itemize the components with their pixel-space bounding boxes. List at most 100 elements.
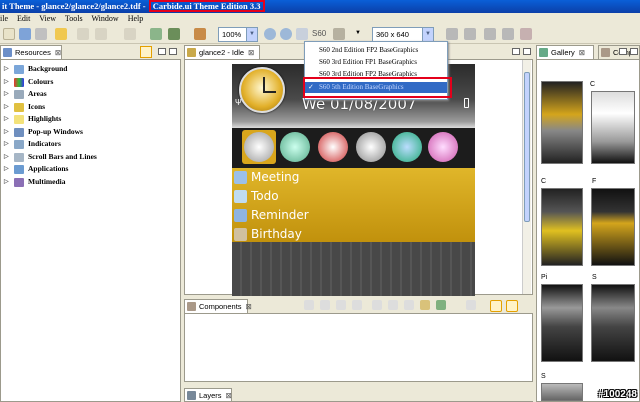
gallery-thumbnail[interactable] [591, 284, 635, 362]
expand-icon[interactable]: ▷ [4, 91, 9, 97]
tool-icon[interactable] [388, 300, 398, 310]
resource-item[interactable]: ▷ Icons [1, 101, 179, 114]
expand-icon[interactable]: ▷ [4, 79, 9, 85]
gallery-thumbnail[interactable] [541, 383, 583, 401]
tab-layers[interactable]: Layers ⊠ [184, 388, 232, 402]
new-file-icon[interactable] [3, 28, 15, 40]
vertical-scrollbar[interactable] [522, 60, 531, 294]
platform-option[interactable]: S60 3rd Edition FP1 BaseGraphics [305, 57, 447, 68]
tab-components[interactable]: Components ⊠ [184, 299, 252, 313]
minimize-icon[interactable] [512, 48, 520, 55]
close-icon[interactable]: ⊠ [55, 48, 61, 57]
close-icon[interactable]: ⊠ [246, 302, 252, 311]
link-icon[interactable] [490, 300, 502, 312]
export-icon[interactable] [150, 28, 162, 40]
gallery-thumbnail[interactable] [541, 284, 583, 362]
calendar-app-icon[interactable] [280, 132, 310, 162]
maximize-icon[interactable] [523, 48, 531, 55]
expand-icon[interactable]: ▷ [4, 129, 9, 135]
edit-icon[interactable] [124, 28, 136, 40]
list-item[interactable]: Todo [232, 187, 475, 206]
save-icon[interactable] [19, 28, 31, 40]
list-item[interactable]: Reminder [232, 206, 475, 225]
close-icon[interactable]: ⊠ [226, 391, 232, 400]
close-icon[interactable]: ⊠ [248, 48, 254, 57]
media-icon[interactable] [356, 132, 386, 162]
menu-help[interactable]: Help [128, 14, 144, 23]
menu-edit[interactable]: Edit [17, 14, 30, 23]
tool-icon[interactable] [336, 300, 346, 310]
tool-icon[interactable] [372, 300, 382, 310]
menu-window[interactable]: Window [91, 14, 118, 23]
rotate-icon[interactable] [464, 28, 476, 40]
resource-item[interactable]: ▷ Multimedia [1, 176, 179, 189]
resource-item[interactable]: ▷ Applications [1, 163, 179, 176]
stop-icon[interactable] [502, 28, 514, 40]
tool-icon[interactable] [304, 300, 314, 310]
minimize-icon[interactable] [619, 48, 627, 55]
platform-dropdown-arrow-icon[interactable]: ▼ [355, 30, 361, 36]
tab-gallery[interactable]: Gallery ⊠ [536, 45, 594, 59]
expand-icon[interactable]: ▷ [4, 166, 9, 172]
menu-view[interactable]: View [39, 14, 56, 23]
package-icon[interactable] [168, 28, 180, 40]
gallery-thumbnail[interactable] [541, 81, 583, 164]
tool-icon[interactable] [466, 300, 476, 310]
expand-icon[interactable]: ▷ [4, 66, 9, 72]
web-globe-icon[interactable] [392, 132, 422, 162]
gallery-thumbnail[interactable] [541, 188, 583, 266]
expand-icon[interactable]: ▷ [4, 141, 9, 147]
zoom-in-icon[interactable] [264, 28, 276, 40]
print-icon[interactable] [35, 28, 47, 40]
tab-editor[interactable]: glance2 - Idle ⊠ [184, 45, 260, 59]
expand-icon[interactable]: ▷ [4, 179, 9, 185]
brush-icon[interactable] [420, 300, 430, 310]
link-icon[interactable] [140, 46, 152, 58]
menu-file[interactable]: ile [0, 14, 8, 23]
expand-icon[interactable]: ▷ [4, 154, 9, 160]
tool-icon[interactable] [320, 300, 330, 310]
resource-item[interactable]: ▷ Highlights [1, 113, 179, 126]
resources-panel: ▷ Background ▷ Colours ▷ Areas ▷ Icons ▷ High… [0, 59, 181, 402]
expand-icon[interactable]: ▷ [4, 116, 9, 122]
messaging-icon[interactable] [244, 132, 274, 162]
gallery-thumbnail[interactable] [591, 91, 635, 164]
scrollbar-thumb[interactable] [524, 72, 530, 222]
forward-icon[interactable] [484, 28, 496, 40]
minimize-icon[interactable] [158, 48, 166, 55]
resource-item[interactable]: ▷ Background [1, 63, 179, 76]
undo-icon[interactable] [77, 28, 89, 40]
platform-option[interactable]: S60 2nd Edition FP2 BaseGraphics [305, 45, 447, 56]
record-icon[interactable] [520, 28, 532, 40]
fit-icon[interactable] [296, 28, 308, 40]
resource-item[interactable]: ▷ Colours [1, 76, 179, 89]
tab-resources[interactable]: Resources ⊠ [0, 45, 62, 59]
redo-icon[interactable] [95, 28, 107, 40]
gallery-thumbnail[interactable] [591, 188, 635, 266]
brush-icon[interactable] [194, 28, 206, 40]
resource-item[interactable]: ▷ Areas [1, 88, 179, 101]
maximize-icon[interactable] [630, 48, 638, 55]
tool-icon[interactable] [352, 300, 362, 310]
resource-item[interactable]: ▷ Indicators [1, 138, 179, 151]
gallery-label: F [592, 178, 597, 185]
resolution-select[interactable]: 360 x 640 ▼ [372, 27, 434, 42]
edit-icon[interactable] [436, 300, 446, 310]
close-icon[interactable]: ⊠ [579, 48, 585, 57]
zoom-select[interactable]: 100% ▼ [218, 27, 258, 42]
platform-icon[interactable] [333, 28, 345, 40]
menu-tools[interactable]: Tools [65, 14, 83, 23]
resource-item[interactable]: ▷ Scroll Bars and Lines [1, 151, 179, 164]
open-folder-icon[interactable] [55, 28, 67, 40]
list-item[interactable]: Meeting [232, 168, 475, 187]
resolution-value: 360 x 640 [376, 30, 409, 39]
zoom-out-icon[interactable] [280, 28, 292, 40]
expand-icon[interactable]: ▷ [4, 104, 9, 110]
play-icon[interactable] [446, 28, 458, 40]
gallery-app-icon[interactable] [428, 132, 458, 162]
tool-icon[interactable] [404, 300, 414, 310]
maximize-icon[interactable] [169, 48, 177, 55]
clock-app-icon[interactable] [318, 132, 348, 162]
resource-item[interactable]: ▷ Pop-up Windows [1, 126, 179, 139]
link-icon[interactable] [506, 300, 518, 312]
